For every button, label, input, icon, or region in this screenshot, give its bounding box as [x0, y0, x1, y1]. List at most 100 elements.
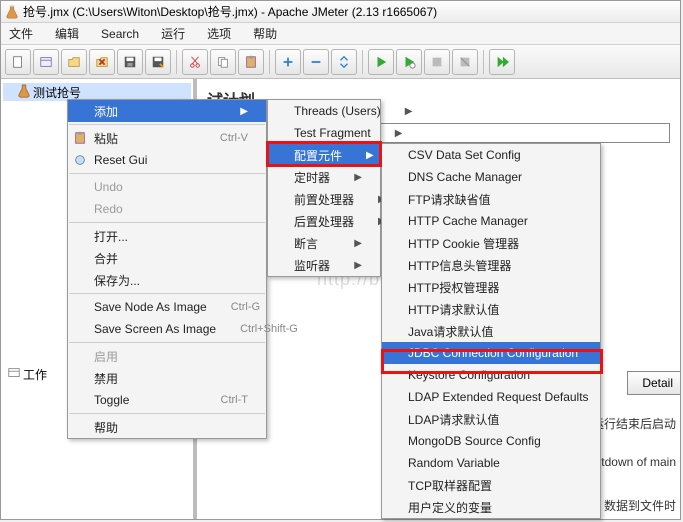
sub2-item-7[interactable]: HTTP请求默认值 [382, 298, 600, 320]
ctx-item-5[interactable]: Undo [68, 176, 266, 198]
submenu-arrow-icon: ▶ [354, 260, 362, 271]
sub2-item-6[interactable]: HTTP授权管理器 [382, 276, 600, 298]
menu-file[interactable]: 文件 [3, 23, 39, 44]
sub2-label-11: LDAP Extended Request Defaults [408, 390, 589, 404]
ctx-item-0[interactable]: 添加 ▶ [68, 100, 266, 122]
ctx-item-6[interactable]: Redo [68, 198, 266, 220]
menu-options[interactable]: 选项 [201, 23, 237, 44]
ctx-item-13[interactable]: Save Screen As ImageCtrl+Shift-G [68, 318, 266, 340]
submenu-arrow-icon: ▶ [354, 172, 362, 183]
submenu-config: CSV Data Set Config DNS Cache Manager FTP请… [381, 143, 601, 519]
menu-run[interactable]: 运行 [155, 23, 191, 44]
tb-start-notimers[interactable] [396, 49, 422, 75]
toolbar [1, 45, 680, 79]
ctx-label-0: 添加 [94, 103, 118, 120]
tb-start[interactable] [368, 49, 394, 75]
sub-item-0[interactable]: Threads (Users)▶ [268, 100, 380, 122]
sub-item-3[interactable]: 定时器 ▶ [268, 166, 380, 188]
ctx-item-10[interactable]: 保存为... [68, 269, 266, 291]
tb-remote-start[interactable] [489, 49, 515, 75]
ctx-item-17[interactable]: ToggleCtrl-T [68, 389, 266, 411]
ctx-label-8: 打开... [94, 228, 128, 245]
ctx-label-9: 合并 [94, 250, 118, 267]
ctx-label-12: Save Node As Image [94, 300, 207, 314]
ctx-label-2: 粘贴 [94, 130, 118, 147]
submenu-add: Threads (Users)▶Test Fragment▶配置元件▶定时器▶前… [267, 99, 381, 277]
ctx-label-19: 帮助 [94, 419, 118, 436]
ctx-item-19[interactable]: 帮助 [68, 416, 266, 438]
sub-item-2[interactable]: 配置元件▶ [268, 144, 380, 166]
ctx-item-3[interactable]: Reset Gui [68, 149, 266, 171]
sub2-item-11[interactable]: LDAP Extended Request Defaults [382, 386, 600, 408]
sub-label-1: Test Fragment [294, 126, 371, 140]
sub2-item-8[interactable]: Java请求默认值 [382, 320, 600, 342]
ctx-label-5: Undo [94, 180, 123, 194]
sub-label-0: Threads (Users) [294, 104, 381, 118]
sub2-item-2[interactable]: FTP请求缺省值 [382, 188, 600, 210]
submenu-arrow-icon: ▶ [240, 106, 248, 117]
sub-label-3: 定时器 [294, 169, 330, 186]
sub-item-4[interactable]: 前置处理器▶ [268, 188, 380, 210]
separator [269, 50, 270, 74]
menu-help[interactable]: 帮助 [247, 23, 283, 44]
sub2-item-5[interactable]: HTTP信息头管理器 [382, 254, 600, 276]
tb-toggle[interactable] [331, 49, 357, 75]
separator [176, 50, 177, 74]
separator [483, 50, 484, 74]
menu-search[interactable]: Search [95, 25, 145, 43]
sub2-label-2: FTP请求缺省值 [408, 191, 491, 208]
sub2-item-4[interactable]: HTTP Cookie 管理器 [382, 232, 600, 254]
sub-item-7[interactable]: 监听器▶ [268, 254, 380, 276]
shortcut: Ctrl-V [220, 132, 248, 144]
menu-edit[interactable]: 编辑 [49, 23, 85, 44]
ctx-item-15[interactable]: 启用 [68, 345, 266, 367]
sub2-label-10: Keystore Configuration [408, 368, 530, 382]
tb-collapse[interactable] [303, 49, 329, 75]
titlebar: 抢号.jmx (C:\Users\Witon\Desktop\抢号.jmx) -… [1, 1, 680, 23]
tb-shutdown[interactable] [452, 49, 478, 75]
sub2-item-16[interactable]: 用户定义的变量 [382, 496, 600, 518]
sub-label-4: 前置处理器 [294, 191, 354, 208]
tb-expand[interactable] [275, 49, 301, 75]
sub-item-1[interactable]: Test Fragment▶ [268, 122, 380, 144]
sub2-item-0[interactable]: CSV Data Set Config [382, 144, 600, 166]
tb-stop[interactable] [424, 49, 450, 75]
sub2-label-1: DNS Cache Manager [408, 170, 522, 184]
shortcut: Ctrl-G [231, 301, 260, 313]
sub-item-5[interactable]: 后置处理器▶ [268, 210, 380, 232]
sub2-item-12[interactable]: LDAP请求默认值 [382, 408, 600, 430]
sub2-item-9[interactable]: JDBC Connection Configuration [382, 342, 600, 364]
sub2-item-15[interactable]: TCP取样器配置 [382, 474, 600, 496]
sub-label-2: 配置元件 [294, 147, 342, 164]
sub-item-6[interactable]: 断言▶ [268, 232, 380, 254]
ctx-item-2[interactable]: 粘贴 Ctrl-V [68, 127, 266, 149]
tree-workbench-label: 工作 [23, 366, 47, 383]
ctx-label-3: Reset Gui [94, 153, 147, 167]
detail-button[interactable]: Detail [627, 371, 680, 395]
tb-copy[interactable] [210, 49, 236, 75]
window-title: 抢号.jmx (C:\Users\Witon\Desktop\抢号.jmx) -… [23, 3, 437, 20]
ctx-item-8[interactable]: 打开... [68, 225, 266, 247]
sub2-item-10[interactable]: Keystore Configuration [382, 364, 600, 386]
tb-paste[interactable] [238, 49, 264, 75]
tb-saveas[interactable] [145, 49, 171, 75]
ctx-item-12[interactable]: Save Node As Image Ctrl-G [68, 296, 266, 318]
sub2-label-16: 用户定义的变量 [408, 499, 492, 516]
sub2-item-13[interactable]: MongoDB Source Config [382, 430, 600, 452]
ctx-item-9[interactable]: 合并 [68, 247, 266, 269]
sub2-label-6: HTTP授权管理器 [408, 279, 499, 296]
context-menu: 添加 ▶ 粘贴 Ctrl-V Reset Gui Undo Redo 打开... 合并保存为..… [67, 99, 267, 439]
sub2-label-3: HTTP Cache Manager [408, 214, 528, 228]
tb-save[interactable] [117, 49, 143, 75]
tb-new[interactable] [5, 49, 31, 75]
sub2-item-3[interactable]: HTTP Cache Manager [382, 210, 600, 232]
tb-open[interactable] [61, 49, 87, 75]
tb-cut[interactable] [182, 49, 208, 75]
sub2-label-8: Java请求默认值 [408, 323, 493, 340]
ctx-item-16[interactable]: 禁用 [68, 367, 266, 389]
tb-close[interactable] [89, 49, 115, 75]
reset-icon [72, 152, 88, 168]
sub2-item-14[interactable]: Random Variable [382, 452, 600, 474]
sub2-item-1[interactable]: DNS Cache Manager [382, 166, 600, 188]
tb-templates[interactable] [33, 49, 59, 75]
